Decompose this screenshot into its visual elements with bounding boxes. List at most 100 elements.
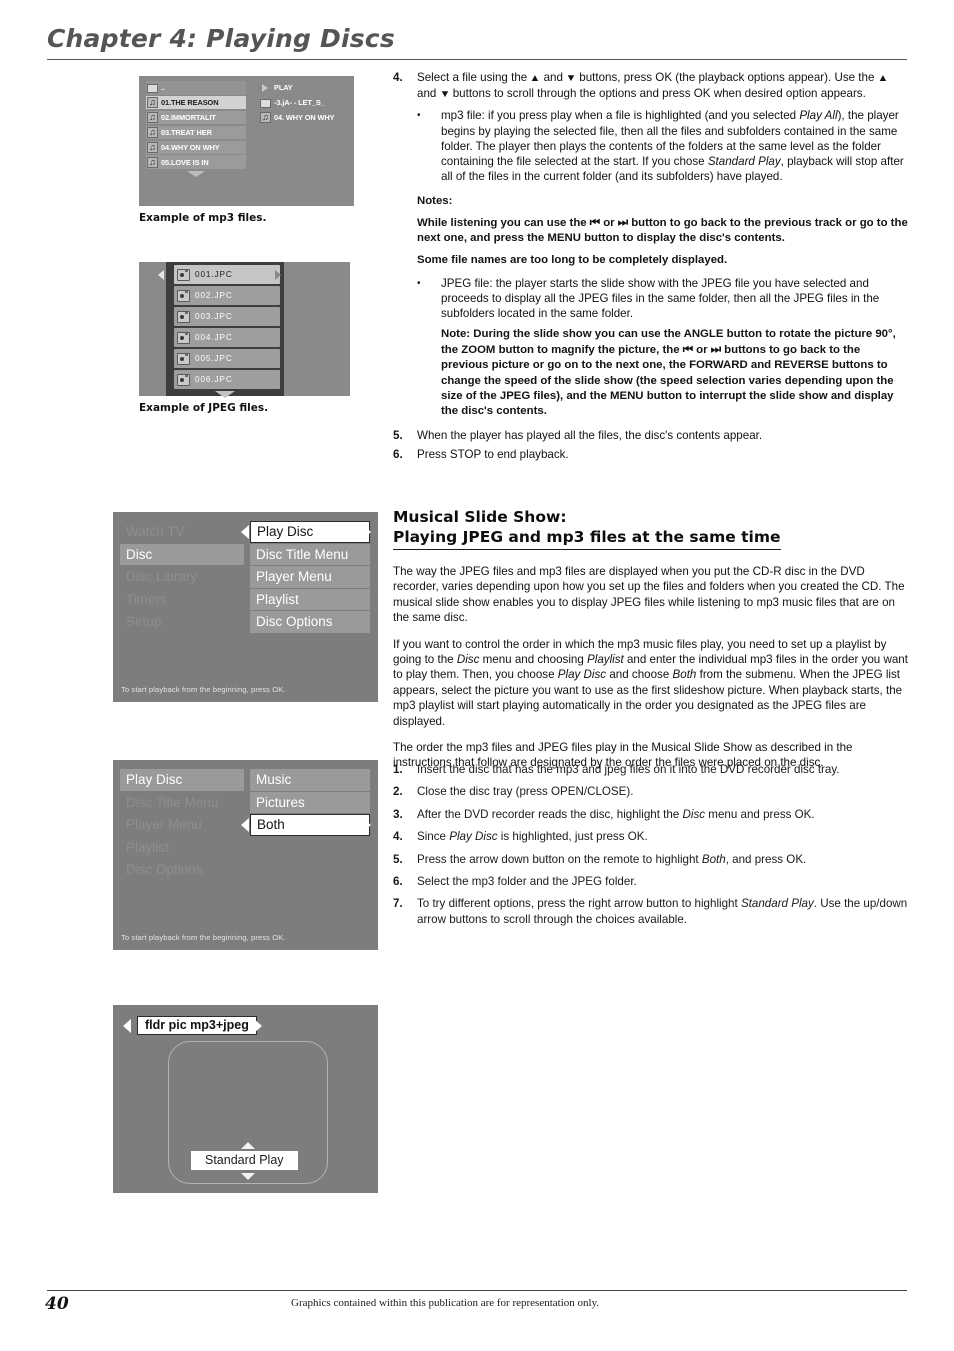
menu-item-disc[interactable]: Disc bbox=[120, 543, 244, 565]
menu-item-play-disc[interactable]: Play Disc bbox=[120, 769, 244, 791]
right-arrow-icon[interactable] bbox=[363, 525, 371, 539]
step-number: 5. bbox=[393, 428, 403, 442]
list-item-label: 01.THE REASON bbox=[161, 98, 219, 108]
list-item[interactable]: PLAY bbox=[259, 81, 351, 95]
list-item-label: 03.TREAT HER bbox=[161, 127, 212, 137]
right-arrow-icon[interactable] bbox=[254, 1019, 262, 1033]
play-mode-selector[interactable]: Standard Play bbox=[191, 1151, 298, 1170]
jpeg-file-list: 001.JPC 002.JPC 003.JPC 004.JPC 005.JPC … bbox=[166, 262, 284, 398]
skip-forward-icon: ⏭ bbox=[617, 216, 629, 229]
menu-item-disc-options[interactable]: Disc Options bbox=[250, 611, 370, 633]
note1-a: While listening you can use the bbox=[417, 216, 590, 229]
step4-c: buttons, press OK (the playback options … bbox=[576, 71, 878, 84]
music-note-icon bbox=[147, 96, 158, 109]
left-arrow-icon[interactable] bbox=[241, 525, 249, 539]
menu-item-watch-tv[interactable]: Watch TV bbox=[120, 521, 244, 543]
list-item-label: 02.IMMORTALIT bbox=[161, 113, 216, 123]
up-arrow-icon[interactable] bbox=[241, 1142, 255, 1149]
s4-b: is highlighted, just press OK. bbox=[497, 830, 648, 844]
menu-item-disc-library[interactable]: Disc Library bbox=[120, 566, 244, 588]
right-arrow-icon[interactable] bbox=[363, 818, 371, 832]
skip-back-icon: ⏮ bbox=[589, 216, 601, 229]
play-disc-term: Play Disc bbox=[449, 830, 498, 844]
s3-b: menu and press OK. bbox=[705, 807, 815, 821]
slideshow-step-4: 4. Since Play Disc is highlighted, just … bbox=[393, 829, 909, 844]
list-item[interactable]: 006.JPC bbox=[174, 370, 280, 389]
list-item[interactable]: 002.JPC bbox=[174, 286, 280, 305]
scroll-down-arrow-icon[interactable] bbox=[215, 391, 235, 398]
camera-icon bbox=[177, 268, 190, 281]
slideshow-step-5: 5. Press the arrow down button on the re… bbox=[393, 852, 909, 867]
play-icon bbox=[260, 82, 271, 93]
list-item-label: -3.jA- - LET_S_ bbox=[274, 98, 325, 108]
bullet-text: JPEG file: the player starts the slide s… bbox=[441, 276, 880, 321]
menu-item-playlist[interactable]: Playlist bbox=[250, 588, 370, 610]
list-item[interactable]: -3.jA- - LET_S_ bbox=[259, 96, 351, 110]
menu-item-music[interactable]: Music bbox=[250, 769, 370, 791]
folder-name-field[interactable]: fldr pic mp3+jpeg bbox=[137, 1016, 257, 1035]
disc-menu-main-column: Watch TV Disc Disc Library Timers Setup bbox=[120, 521, 244, 634]
list-item[interactable]: 004.JPC bbox=[174, 328, 280, 347]
play-all-term: Play All bbox=[799, 109, 838, 123]
camera-icon bbox=[177, 352, 190, 365]
p2-d: and choose bbox=[606, 668, 673, 682]
note3-b: or bbox=[693, 343, 711, 356]
list-item[interactable]: 04. WHY ON WHY bbox=[259, 111, 351, 125]
music-note-icon bbox=[147, 156, 158, 168]
menu-item-player-menu[interactable]: Player Menu bbox=[120, 814, 244, 836]
list-item[interactable]: 005.JPC bbox=[174, 349, 280, 368]
list-item-label: 04.WHY ON WHY bbox=[161, 142, 220, 152]
left-arrow-icon[interactable] bbox=[158, 270, 164, 280]
list-item[interactable]: 02.IMMORTALIT bbox=[146, 110, 246, 125]
list-item-label: PLAY bbox=[274, 83, 293, 93]
slideshow-screenshot: fldr pic mp3+jpeg Standard Play bbox=[113, 1005, 378, 1193]
menu-item-play-disc[interactable]: Play Disc bbox=[250, 521, 370, 543]
scroll-down-arrow-icon[interactable] bbox=[187, 170, 205, 177]
menu-item-timers[interactable]: Timers bbox=[120, 589, 244, 611]
menu-item-pictures[interactable]: Pictures bbox=[250, 791, 370, 813]
menu-item-playlist[interactable]: Playlist bbox=[120, 837, 244, 859]
osd-hint-text: To start playback from the beginning, pr… bbox=[121, 685, 286, 694]
music-note-icon bbox=[147, 126, 158, 138]
down-arrow-icon: ▼ bbox=[565, 73, 577, 84]
camera-icon bbox=[177, 331, 190, 344]
list-item-label: 005.JPC bbox=[195, 354, 233, 363]
list-item[interactable]: .. bbox=[146, 81, 246, 95]
left-arrow-icon[interactable] bbox=[123, 1019, 131, 1033]
both-term: Both bbox=[701, 852, 726, 866]
page-title: Chapter 4: Playing Discs bbox=[47, 24, 395, 53]
step-number: 5. bbox=[393, 852, 403, 866]
menu-item-both[interactable]: Both bbox=[250, 814, 370, 836]
list-item[interactable]: 003.JPC bbox=[174, 307, 280, 326]
down-arrow-icon[interactable] bbox=[241, 1173, 255, 1180]
menu-item-disc-title-menu[interactable]: Disc Title Menu bbox=[250, 543, 370, 565]
right-arrow-icon[interactable] bbox=[275, 270, 281, 280]
step-number: 4. bbox=[393, 71, 403, 84]
mp3-example-screenshot: .. 01.THE REASON 02.IMMORTALIT 03.TREAT … bbox=[139, 76, 354, 206]
step4-e: buttons to scroll through the options an… bbox=[449, 87, 866, 101]
menu-item-disc-options[interactable]: Disc Options bbox=[120, 859, 244, 881]
list-item-label: 006.JPC bbox=[195, 375, 233, 384]
list-item[interactable]: 001.JPC bbox=[174, 265, 280, 284]
list-item[interactable]: 05.LOVE IS IN bbox=[146, 155, 246, 169]
list-item[interactable]: 03.TREAT HER bbox=[146, 125, 246, 140]
step-6: 6. Press STOP to end playback. bbox=[393, 447, 909, 462]
list-item[interactable]: 04.WHY ON WHY bbox=[146, 140, 246, 155]
menu-item-disc-title-menu[interactable]: Disc Title Menu bbox=[120, 792, 244, 814]
slideshow-step-3: 3. After the DVD recorder reads the disc… bbox=[393, 807, 909, 822]
mp3-figure-caption: Example of mp3 files. bbox=[139, 212, 267, 224]
up-arrow-icon: ▲ bbox=[529, 73, 541, 84]
left-arrow-icon[interactable] bbox=[241, 818, 249, 832]
section-paragraph-1: The way the JPEG files and mp3 files are… bbox=[393, 565, 905, 625]
menu-item-player-menu[interactable]: Player Menu bbox=[250, 566, 370, 588]
play-disc-main-column: Play Disc Disc Title Menu Player Menu Pl… bbox=[120, 769, 244, 882]
play-disc-submenu-column: Music Pictures Both bbox=[250, 769, 370, 837]
step-number: 1. bbox=[393, 763, 403, 776]
menu-item-setup[interactable]: Setup bbox=[120, 611, 244, 633]
list-item-label: 004.JPC bbox=[195, 333, 233, 342]
step-number: 2. bbox=[393, 785, 403, 799]
play-disc-menu-screenshot: Play Disc Disc Title Menu Player Menu Pl… bbox=[113, 760, 378, 950]
list-item[interactable]: 01.THE REASON bbox=[146, 95, 246, 110]
step-number: 6. bbox=[393, 448, 403, 462]
slideshow-steps-list: 1. Insert the disc that has the mp3 and … bbox=[393, 762, 909, 934]
